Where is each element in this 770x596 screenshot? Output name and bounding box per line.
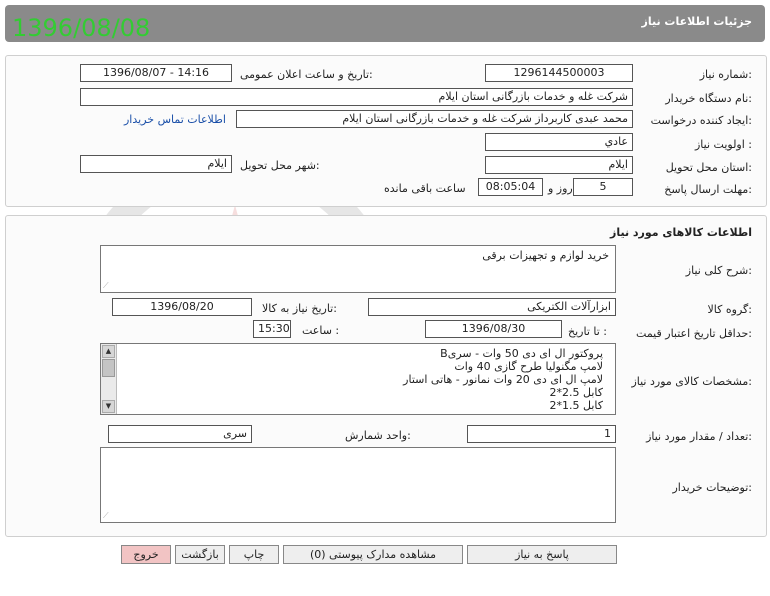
date-stamp: 1396/08/08: [12, 14, 151, 42]
priority-field: عادي: [485, 133, 633, 151]
goods-group-label: گروه کالا:: [707, 303, 752, 316]
time-label: ساعت :: [302, 324, 340, 337]
print-button[interactable]: چاپ: [229, 545, 279, 564]
qty-label: تعداد / مقدار مورد نیاز:: [646, 430, 752, 443]
province-field: ایلام: [485, 156, 633, 174]
general-desc-label: شرح کلی نیاز:: [685, 264, 752, 277]
days-word: روز و: [548, 182, 573, 195]
deadline-time-field: 08:05:04: [478, 178, 543, 196]
general-desc-text: خرید لوازم و تجهیزات برقی: [482, 249, 609, 262]
qty-field: 1: [467, 425, 616, 443]
buyer-contact-link[interactable]: اطلاعات تماس خریدار: [124, 113, 226, 126]
spec-line: لامپ ال ای دی 20 وات نمانور - هاتی استار: [403, 373, 603, 386]
specs-label: مشخصات کالای مورد نیاز:: [631, 375, 752, 388]
view-docs-button[interactable]: مشاهده مدارک پیوستی (0): [283, 545, 463, 564]
need-number-label: شماره نیاز:: [699, 68, 752, 81]
spec-line: لامپ مگنولیا طرح گازی 40 وات: [454, 360, 603, 373]
until-date-field: 1396/08/30: [425, 320, 562, 338]
unit-field: سری: [108, 425, 252, 443]
exit-button[interactable]: خروج: [121, 545, 171, 564]
need-date-label: تاریخ نیاز به کالا:: [262, 302, 337, 315]
spec-line: کابل 2.5*2: [549, 386, 603, 399]
min-validity-label: حداقل تاریخ اعتبار قیمت:: [636, 327, 752, 340]
need-date-field: 1396/08/20: [112, 298, 252, 316]
scroll-thumb[interactable]: [102, 359, 115, 377]
need-number-field: 1296144500003: [485, 64, 633, 82]
goods-section-title: اطلاعات کالاهای مورد نیاز: [610, 226, 752, 239]
scroll-up-icon[interactable]: ▲: [102, 345, 115, 358]
goods-group-field: ابزارآلات الکتریکی: [368, 298, 616, 316]
specs-textarea[interactable]: ▲ ▼ پروکتور ال ای دی 50 وات - سریB لامپ …: [100, 343, 616, 415]
deadline-label: مهلت ارسال پاسخ:: [664, 183, 752, 196]
back-button[interactable]: بازگشت: [175, 545, 225, 564]
priority-label: اولویت نیاز :: [694, 138, 752, 151]
spec-line: کابل 1.5*2: [549, 399, 603, 412]
resize-handle-icon[interactable]: ⟋: [103, 511, 109, 521]
reply-button[interactable]: پاسخ به نیاز: [467, 545, 617, 564]
time-field: 15:30: [253, 320, 291, 338]
requester-label: ایجاد کننده درخواست:: [650, 114, 752, 127]
deadline-days-field: 5: [573, 178, 633, 196]
requester-field: محمد عبدی کاربرداز شرکت غله و خدمات بازر…: [236, 110, 633, 128]
specs-list: پروکتور ال ای دی 50 وات - سریB لامپ مگنو…: [403, 347, 603, 412]
city-label: شهر محل تحویل:: [240, 159, 320, 172]
until-date-label: تا تاریخ :: [568, 325, 607, 338]
city-field: ایلام: [80, 155, 232, 173]
buyer-org-field: شرکت غله و خدمات بازرگانی استان ایلام: [80, 88, 633, 106]
buyer-notes-textarea[interactable]: ⟋: [100, 447, 616, 523]
remaining-word: ساعت باقی مانده: [384, 182, 466, 195]
unit-label: واحد شمارش:: [345, 429, 411, 442]
specs-scrollbar[interactable]: ▲ ▼: [101, 344, 117, 414]
announce-label: تاریخ و ساعت اعلان عمومی:: [240, 68, 373, 81]
spec-line: پروکتور ال ای دی 50 وات - سریB: [440, 347, 603, 360]
scroll-down-icon[interactable]: ▼: [102, 400, 115, 413]
resize-handle-icon[interactable]: ⟋: [103, 281, 109, 291]
general-desc-textarea[interactable]: خرید لوازم و تجهیزات برقی ⟋: [100, 245, 616, 293]
buyer-org-label: نام دستگاه خریدار:: [665, 92, 752, 105]
page-title: جزئیات اطلاعات نیاز: [641, 15, 753, 28]
buyer-notes-label: توضیحات خریدار:: [672, 481, 753, 494]
province-label: استان محل تحویل:: [665, 161, 752, 174]
announce-field: 1396/08/07 - 14:16: [80, 64, 232, 82]
